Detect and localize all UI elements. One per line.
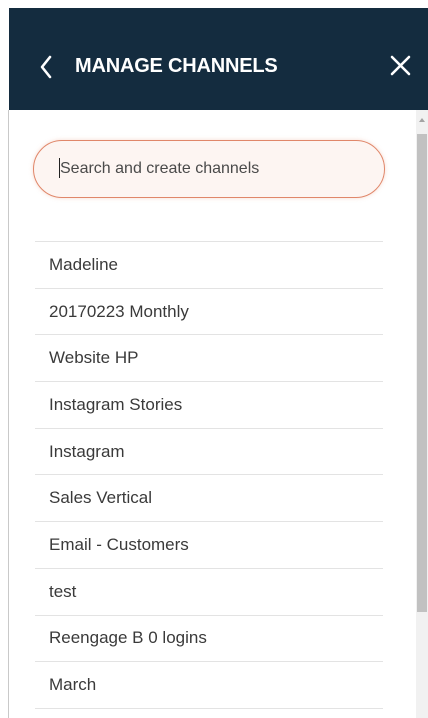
channel-list-item[interactable]: test [35,569,383,616]
close-icon [390,55,411,76]
search-field[interactable] [33,140,385,198]
page-title: MANAGE CHANNELS [75,55,278,77]
panel-header: MANAGE CHANNELS [9,8,428,110]
manage-channels-panel: MANAGE CHANNELS Madeline20170223 Monthly… [0,0,428,718]
channel-list-item[interactable]: 20170223 Monthly [35,289,383,336]
scrollbar-thumb[interactable] [417,134,427,612]
chevron-left-icon [40,55,52,79]
channel-list-item[interactable]: March [35,662,383,709]
channel-list-item[interactable]: Website HP [35,335,383,383]
scroll-up-arrow-icon[interactable] [419,118,425,122]
scrollbar[interactable] [416,110,428,718]
channel-list-item[interactable]: Instagram Stories [35,382,383,429]
channel-list-item[interactable]: Email - Customers [35,522,383,569]
text-caret [59,158,60,178]
channel-list-item[interactable]: Reengage B 0 logins [35,616,383,663]
channel-list-item[interactable]: Sales Vertical [35,475,383,523]
panel-left-border [8,110,9,718]
back-button[interactable] [37,52,57,82]
channel-list-item[interactable]: Instagram [35,429,383,476]
channel-list: Madeline 20170223 Monthly Website HP Instag… [35,241,383,709]
channel-list-item[interactable]: Madeline [35,242,383,289]
search-input[interactable] [60,156,370,182]
close-button[interactable] [387,52,415,80]
